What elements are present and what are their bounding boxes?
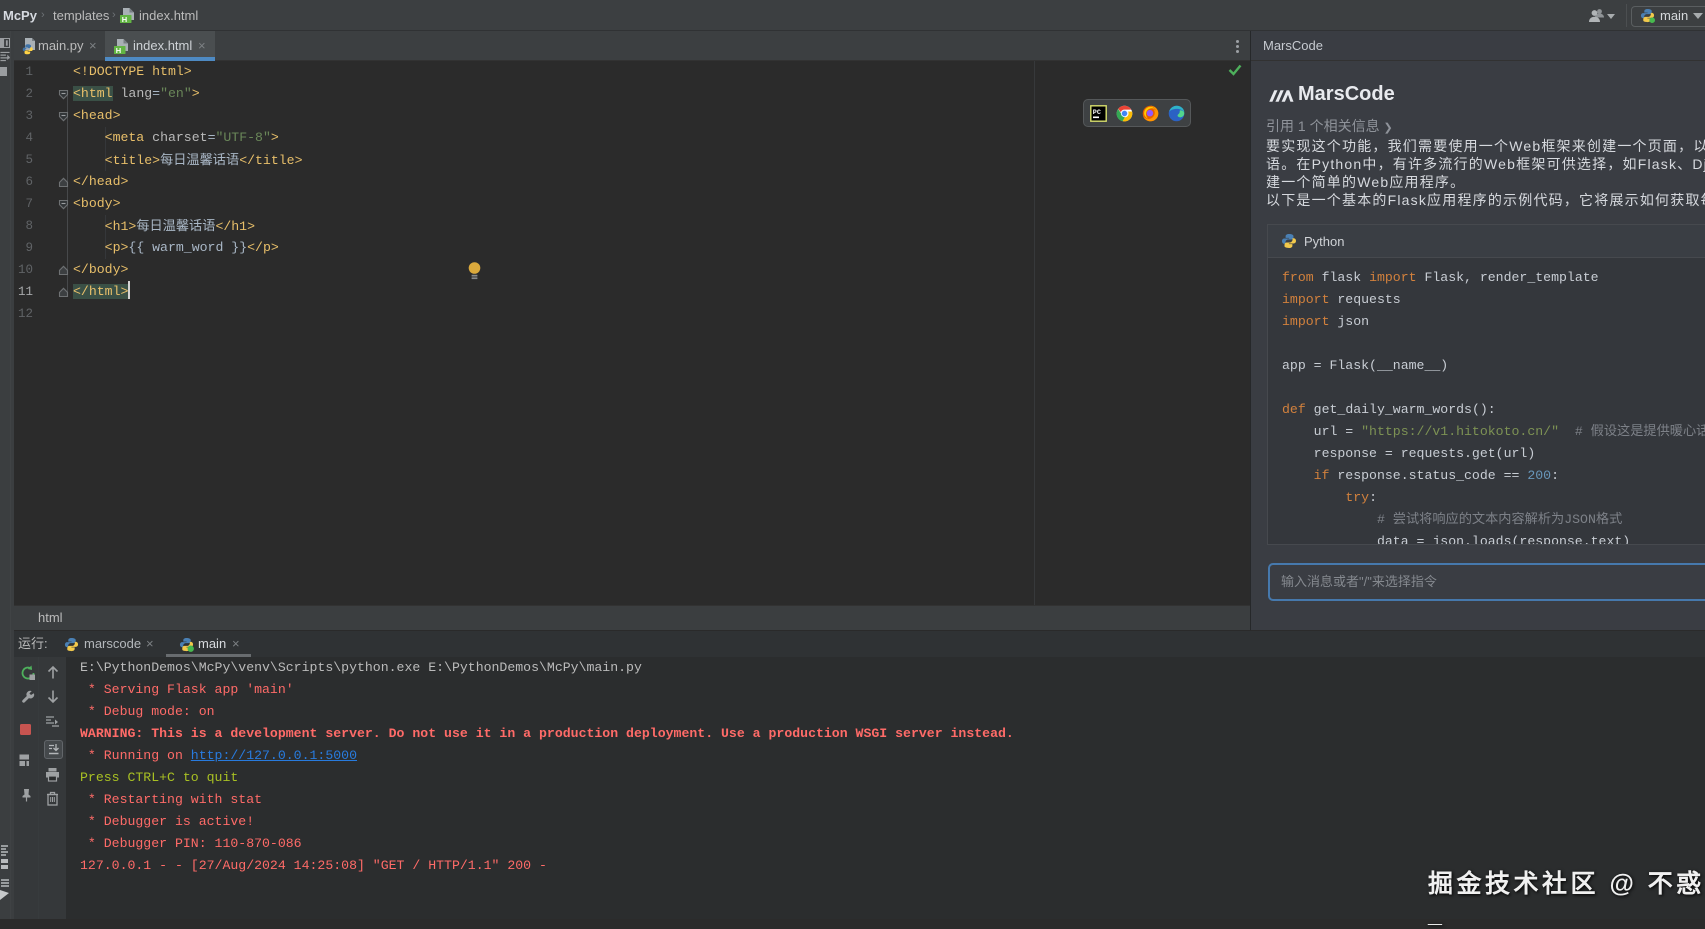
svg-text:H: H xyxy=(122,15,127,24)
svg-text:PC: PC xyxy=(1093,109,1101,117)
svg-text:H: H xyxy=(116,46,121,55)
